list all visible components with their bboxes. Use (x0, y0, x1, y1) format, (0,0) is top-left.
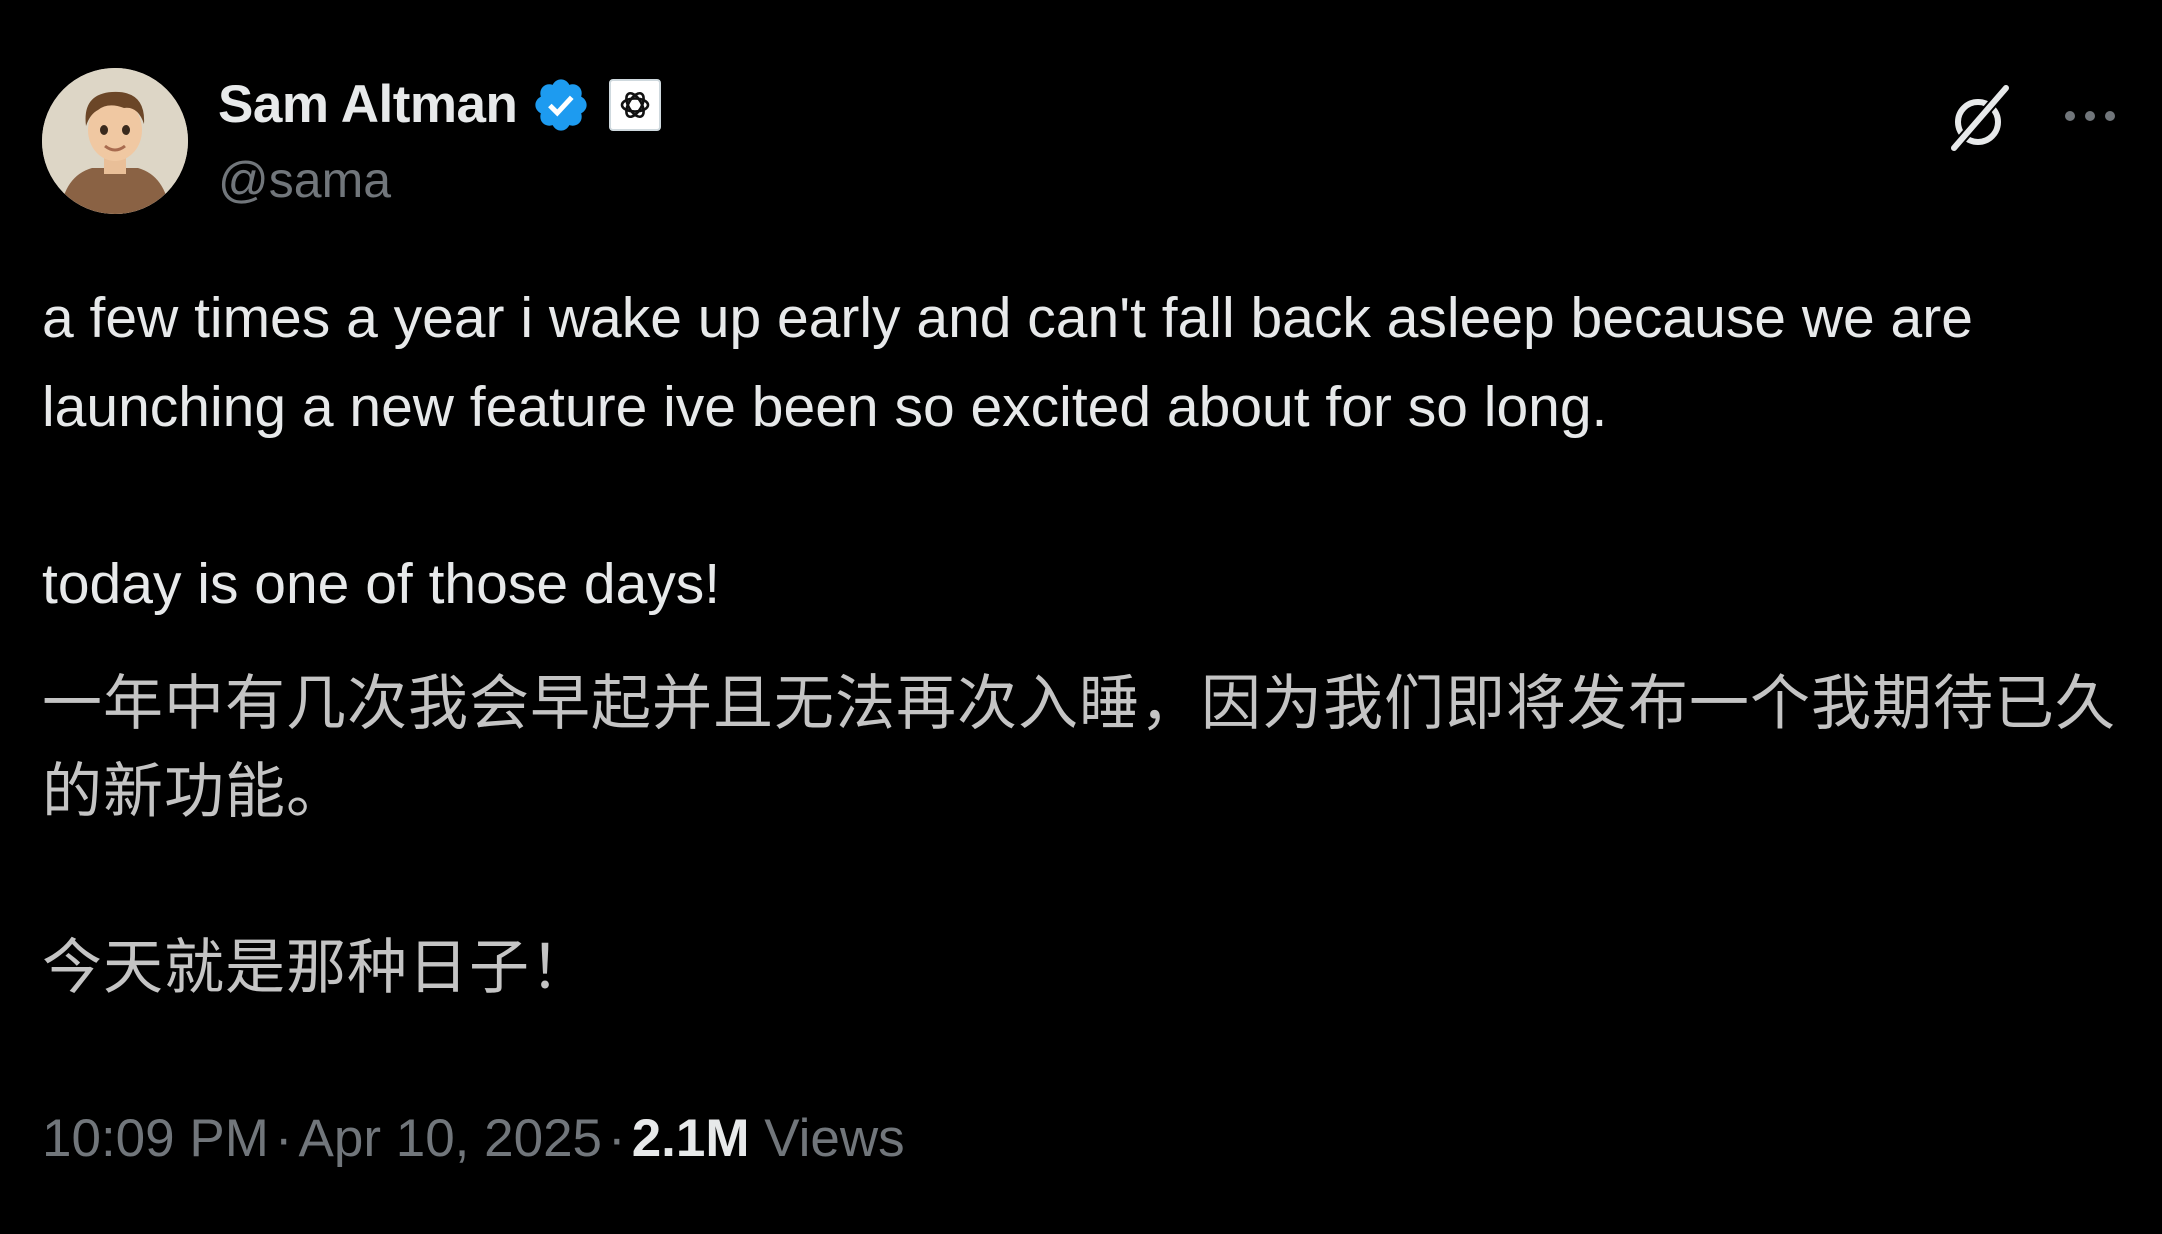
verified-badge-icon[interactable] (531, 75, 591, 135)
separator: · (274, 1109, 293, 1168)
more-options-icon[interactable] (2060, 96, 2120, 136)
tweet-meta-row: 10:09 PM · Apr 10, 2025 · 2.1M Views (42, 1104, 905, 1174)
tweet-text-zh-paragraph-1: 一年中有几次我会早起并且无法再次入睡，因为我们即将发布一个我期待已久的新功能。 (42, 669, 2116, 827)
openai-logo-icon (621, 91, 650, 119)
tweet-date[interactable]: Apr 10, 2025 (299, 1109, 603, 1168)
tweet-card: Sam Altman @sama a few times a year i wa… (0, 0, 2162, 1234)
views-label: Views (764, 1109, 905, 1168)
tweet-text-zh-paragraph-2: 今天就是那种日子！ (42, 933, 591, 1003)
affiliation-badge[interactable] (609, 79, 662, 131)
tweet-time[interactable]: 10:09 PM (42, 1109, 269, 1168)
separator: · (608, 1109, 626, 1168)
author-display-name[interactable]: Sam Altman (218, 74, 518, 136)
author-handle[interactable]: @sama (218, 150, 391, 210)
avatar-illustration (42, 68, 188, 214)
tweet-text-en-paragraph-2: today is one of those days! (42, 552, 721, 616)
avatar[interactable] (42, 68, 188, 214)
author-name-row: Sam Altman (218, 74, 662, 136)
views-count[interactable]: 2.1M (632, 1109, 750, 1168)
grok-icon[interactable] (1940, 80, 2016, 156)
tweet-text-en-paragraph-1: a few times a year i wake up early and c… (42, 286, 1989, 439)
